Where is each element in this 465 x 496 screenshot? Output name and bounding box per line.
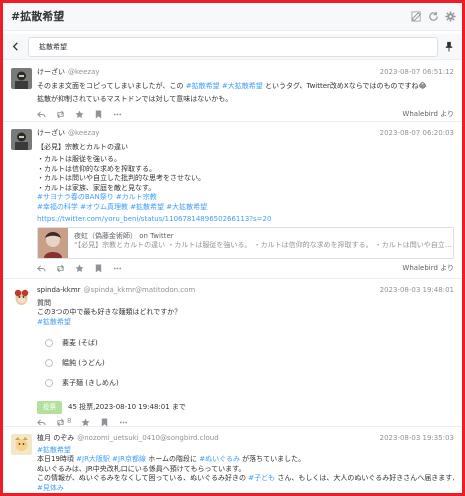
bookmark-icon[interactable] — [100, 418, 109, 427]
reply-icon[interactable] — [37, 110, 46, 119]
star-icon[interactable] — [75, 264, 84, 273]
card-thumbnail — [38, 227, 68, 258]
display-name[interactable]: spinda-kkmr — [37, 286, 81, 294]
poll-option[interactable]: 蕎麦 (そば) — [45, 333, 454, 353]
display-name[interactable]: 植月 のぞみ — [37, 434, 74, 442]
back-arrow-icon[interactable] — [10, 41, 21, 52]
hashtag-link[interactable]: #幸福の科学 #オウム真理教 #拡散希望 #大拡散希望 — [37, 203, 454, 212]
account-handle: @keezay — [68, 68, 100, 76]
poll-option[interactable]: 饂飩 (うどん) — [45, 353, 454, 373]
text: 【必見】宗教とカルトの違い — [37, 143, 128, 151]
avatar[interactable] — [11, 434, 32, 455]
pin-icon[interactable] — [444, 41, 454, 52]
poll-option[interactable]: 素子麺 (きしめん) — [45, 373, 454, 393]
text: 拡散が抑制されているマストドンでは対して意味はないかも。 — [37, 95, 233, 104]
hashtag-link[interactable]: #見体み — [37, 484, 454, 493]
hashtag-link[interactable]: #子ども — [248, 474, 275, 482]
search-input[interactable]: 拡散希望 — [28, 37, 438, 57]
poll-option-label: 素子麺 (きしめん) — [62, 378, 119, 387]
text: ホームの階段に — [145, 455, 200, 464]
hashtag-link[interactable]: #大拡散希望 — [222, 82, 263, 90]
app-window: #拡散希望 拡散希望 けーざい @keezay 2023-08-07 06:51:… — [3, 3, 462, 493]
text: ・カルトは家族、家庭を敵と見なす。 — [37, 183, 156, 192]
text: この3つの中で最も好きな麺類はどれですか？ — [37, 308, 182, 317]
text: が落ちていました。 — [239, 455, 306, 464]
bookmark-icon[interactable] — [94, 110, 103, 119]
text: ・カルトは問いや自立した批判的な思考をさせない。 — [37, 174, 205, 183]
url-link[interactable]: https://twitter.com/yoru_beni/status/110… — [37, 215, 454, 224]
timestamp[interactable]: 2023-08-03 19:35:03 — [380, 432, 454, 444]
account-handle: @nozomi_uetsuki_0410@songbird.cloud — [77, 434, 219, 442]
client-name: Whalebird より — [402, 110, 454, 119]
display-name[interactable]: けーざい — [37, 68, 65, 76]
status-content: そのまま文面をコピってしまいましたが、この #拡散希望 #大拡散希望 というタグ… — [37, 82, 454, 105]
display-name[interactable]: けーざい — [37, 129, 65, 137]
boost-icon[interactable] — [56, 264, 65, 273]
boost-icon[interactable] — [56, 418, 65, 427]
avatar[interactable] — [11, 286, 32, 307]
compose-icon[interactable] — [411, 11, 422, 22]
hashtag-link[interactable]: #拡散希望 — [37, 446, 454, 455]
timeline: けーざい @keezay 2023-08-07 06:51:12 そのまま文面をコ… — [3, 61, 462, 493]
hashtag-link[interactable]: #拡散希望 — [37, 318, 454, 327]
poll-option-label: 饂飩 (うどん) — [62, 358, 105, 367]
more-icon[interactable] — [119, 418, 128, 427]
text: ・カルトは服従を強いる。 — [37, 155, 121, 164]
text: ぬいぐるみは、JR中央改札口にいる係員へ預けてもらっています。 — [37, 464, 246, 473]
timestamp[interactable]: 2023-08-07 06:51:12 — [380, 66, 454, 78]
text: 本日19時頃 — [37, 455, 77, 464]
vote-button[interactable]: 投票 — [37, 401, 62, 415]
account-handle: @spinda_kkmr@matitodon.com — [83, 286, 196, 294]
status-item[interactable]: spinda-kkmr @spinda_kkmr@matitodon.com 20… — [3, 279, 462, 427]
radio-button[interactable] — [45, 379, 53, 388]
boost-count: 8 — [67, 417, 72, 426]
gear-icon[interactable] — [445, 11, 456, 22]
text: というタグ、Twitter改めXならではのものですね😂 — [262, 82, 427, 90]
more-icon[interactable] — [113, 110, 122, 119]
bookmark-icon[interactable] — [94, 264, 103, 273]
search-bar: 拡散希望 — [3, 34, 462, 60]
card-title: 夜虹（偽藤金術師） on Twitter — [74, 231, 174, 240]
title-bar: #拡散希望 — [3, 3, 462, 31]
reply-icon[interactable] — [37, 264, 46, 273]
radio-button[interactable] — [45, 339, 53, 348]
timestamp[interactable]: 2023-08-03 19:48:01 — [380, 284, 454, 296]
text: そのまま文面をコピってしまいましたが、この — [37, 82, 186, 90]
account-handle: @keezay — [68, 129, 100, 137]
card-description: “【必見】宗教とカルトの違い ・カルトは服従を強いる。 ・カルトは信仰的な求めを… — [74, 240, 453, 249]
poll-info: 45 投票,2023-08-10 19:48:01 まで — [68, 402, 186, 411]
text: さん、もしくは、大人のぬいぐるみ好きさんへ届きますように。 — [277, 474, 454, 483]
hashtag-link[interactable]: #JR大阪駅 — [76, 455, 110, 463]
reload-icon[interactable] — [428, 11, 439, 22]
status-item[interactable]: けーざい @keezay 2023-08-07 06:20:03 【必見】宗教とカ… — [3, 122, 462, 279]
timestamp[interactable]: 2023-08-07 06:20:03 — [380, 127, 454, 139]
poll: 蕎麦 (そば) 饂飩 (うどん) 素子麺 (きしめん) — [37, 333, 454, 393]
status-content: #拡散希望 本日19時頃 #JR大阪駅 #JR京都線 ホームの階段に #ぬいぐる… — [37, 446, 454, 493]
status-content: 質問 この3つの中で最も好きな麺類はどれですか？ #拡散希望 蕎麦 (そば) 饂… — [37, 299, 454, 415]
client-name: Whalebird より — [402, 263, 454, 272]
hashtag-link[interactable]: #ぬいぐるみ — [199, 455, 240, 463]
hashtag-link[interactable]: #拡散希望 — [186, 82, 220, 90]
reply-icon[interactable] — [37, 418, 46, 427]
page-title: #拡散希望 — [11, 10, 65, 23]
avatar[interactable] — [11, 68, 32, 89]
status-item[interactable]: けーざい @keezay 2023-08-07 06:51:12 そのまま文面をコ… — [3, 61, 462, 122]
boost-icon[interactable] — [56, 110, 65, 119]
text: ・カルトは信仰的な求めを搾取する。 — [37, 164, 156, 173]
more-icon[interactable] — [113, 264, 122, 273]
status-item[interactable]: 植月 のぞみ @nozomi_uetsuki_0410@songbird.clou… — [3, 427, 462, 493]
radio-button[interactable] — [45, 359, 53, 368]
status-content: 【必見】宗教とカルトの違い ・カルトは服従を強いる。 ・カルトは信仰的な求めを搾… — [37, 143, 454, 259]
hashtag-link[interactable]: #JR京都線 — [112, 455, 146, 463]
text: この情報が、ぬいぐるみをなくして困っている、ぬいぐるみ好きの — [37, 474, 249, 483]
link-preview-card[interactable]: 夜虹（偽藤金術師） on Twitter “【必見】宗教とカルトの違い ・カルト… — [37, 226, 454, 259]
poll-option-label: 蕎麦 (そば) — [62, 338, 98, 347]
star-icon[interactable] — [81, 418, 91, 427]
star-icon[interactable] — [75, 110, 84, 119]
hashtag-link[interactable]: #サヨナラ春のBAN祭り #カルト宗教 — [37, 193, 454, 202]
avatar[interactable] — [11, 129, 32, 150]
